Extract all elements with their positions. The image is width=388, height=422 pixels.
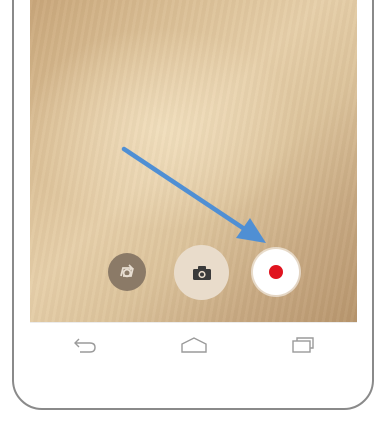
- switch-camera-button[interactable]: [108, 253, 146, 291]
- take-photo-button[interactable]: [174, 245, 229, 300]
- switch-camera-icon: [120, 264, 134, 278]
- back-icon: [73, 338, 96, 353]
- navigation-bar: [30, 322, 357, 367]
- back-button[interactable]: [55, 325, 115, 365]
- home-icon: [180, 337, 207, 353]
- recent-apps-button[interactable]: [273, 325, 333, 365]
- home-button[interactable]: [164, 325, 224, 365]
- recent-apps-icon: [291, 337, 314, 353]
- record-video-button[interactable]: [253, 249, 299, 295]
- record-icon: [269, 265, 283, 279]
- camera-icon: [192, 265, 211, 280]
